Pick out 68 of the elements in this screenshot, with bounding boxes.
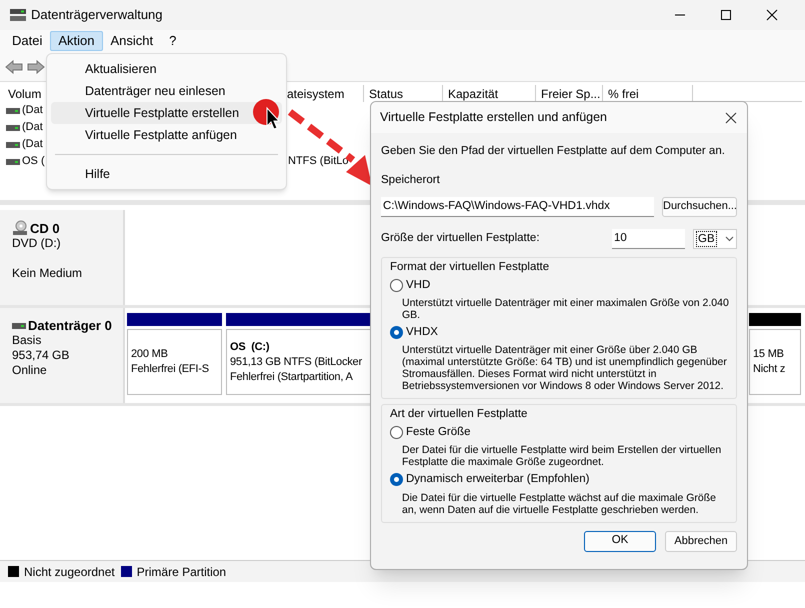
drive-icon [12, 322, 26, 328]
size-field[interactable]: 10 [612, 228, 685, 248]
partition-box[interactable]: 200 MB Fehlerfrei (EFI-S [127, 329, 222, 395]
dialog-button[interactable]: Abbrechen [665, 530, 737, 552]
menu-item[interactable]: Datenträger neu einlesen [51, 80, 282, 102]
legend-label: Primäre Partition [136, 564, 226, 580]
option-label[interactable]: VHDX [406, 324, 438, 341]
menu-bar-item[interactable]: Ansicht [102, 31, 162, 51]
option-description: Unterstützt virtuelle Datenträger mit einer maximalen Größe von 2.040 GB. [401, 296, 730, 321]
browse-button[interactable]: Durchsuchen... [662, 196, 737, 216]
instruction-text: Geben Sie den Pfad der virtuellen Festplatte auf dem Computer an. [381, 144, 726, 159]
legend-label: Nicht zugeordnet [24, 564, 115, 580]
table-cell-text: (Dat [22, 120, 43, 136]
disk-info-text: Basis [12, 333, 42, 348]
radio-button[interactable] [390, 473, 403, 486]
drive-icon [6, 142, 20, 148]
partition-status: Nicht z [753, 362, 786, 377]
group-title: Format der virtuellen Festplatte [390, 260, 550, 274]
dialog-button[interactable]: OK [584, 530, 656, 552]
table-cell-text: (Dat [22, 103, 43, 118]
table-cell-text: OS ( [22, 154, 45, 170]
disk-management-icon [10, 9, 26, 21]
partition-name: OS (C:) [230, 340, 270, 354]
drive-icon [6, 158, 20, 164]
table-cell-text: (Dat [22, 137, 43, 152]
menu-bar-item[interactable]: Aktion [50, 31, 102, 51]
disk-info-text: Kein Medium [12, 266, 84, 281]
menu-item[interactable]: Hilfe [51, 163, 282, 185]
cursor-icon [266, 106, 280, 130]
option-description: Die Datei für die virtuelle Festplatte wächst auf die maximale Größe an, wenn Daten auf die virtuelle Festplatte geschrieben werden. [401, 492, 717, 516]
menu-item[interactable]: Virtuelle Festplatte anfügen [51, 124, 282, 146]
menu-item[interactable]: Virtuelle Festplatte erstellen [51, 102, 282, 124]
disk-info-text: 953,74 GB [12, 348, 70, 363]
size-label: Größe der virtuellen Festplatte: [381, 230, 540, 246]
disk-name: Datenträger 0 [28, 318, 112, 333]
option-label[interactable]: Feste Größe [406, 424, 471, 442]
partition-size: 200 MB [131, 347, 168, 362]
menu-bar-item[interactable]: Datei [4, 31, 50, 51]
menu-bar-item[interactable]: ? [161, 31, 184, 51]
partition-status: Fehlerfrei (Startpartition, A [230, 370, 353, 384]
partition-size: 15 MB [753, 347, 784, 362]
window-title: Datenträgerverwaltung [31, 6, 163, 24]
radio-button[interactable] [390, 426, 403, 440]
partition-box[interactable]: 15 MB Nicht z [749, 329, 801, 395]
option-description: Der Datei für die virtuelle Festplatte wird beim Erstellen der virtuellen Festplatte die maximale Größe zugeordnet. [401, 444, 722, 468]
unit-dropdown[interactable]: GB [693, 228, 737, 248]
radio-button[interactable] [390, 326, 403, 339]
back-arrow-icon[interactable] [5, 60, 23, 74]
option-description: Unterstützt virtuelle Datenträger mit einer Größe über 2.040 GB (maximal unterstützte Größe: 64 TB) und ist unempfindlich gegenüber Stromausfällen. Dieses Format wird nicht unterstützt in Betriebssystemversionen vor Windows 8 oder Windows Server 2012. [401, 344, 728, 392]
partition-size: 951,13 GB NTFS (BitLocker [230, 354, 362, 370]
radio-button[interactable] [390, 278, 403, 292]
forward-arrow-icon[interactable] [27, 60, 45, 74]
drive-icon [6, 108, 20, 114]
dialog-title: Virtuelle Festplatte erstellen und anfügen [380, 109, 608, 126]
partition-status: Fehlerfrei (EFI-S [131, 362, 209, 377]
group-title: Art der virtuellen Festplatte [390, 407, 528, 421]
disk-info-text: Online [12, 363, 48, 378]
drive-icon [6, 124, 20, 130]
option-label[interactable]: VHD [406, 276, 430, 294]
cd-drive-icon [12, 220, 28, 236]
location-label: Speicherort [381, 173, 441, 188]
disk-info-text: DVD (D:) [12, 236, 62, 251]
column-header[interactable]: Status [364, 85, 443, 102]
table-cell-text: NTFS (BitLo [287, 154, 349, 170]
disk-name: CD 0 [30, 220, 60, 236]
location-field[interactable]: C:\Windows-FAQ\Windows-FAQ-VHD1.vhdx [381, 196, 654, 216]
chevron-down-icon [725, 236, 734, 242]
option-label[interactable]: Dynamisch erweiterbar (Empfohlen) [406, 471, 590, 488]
